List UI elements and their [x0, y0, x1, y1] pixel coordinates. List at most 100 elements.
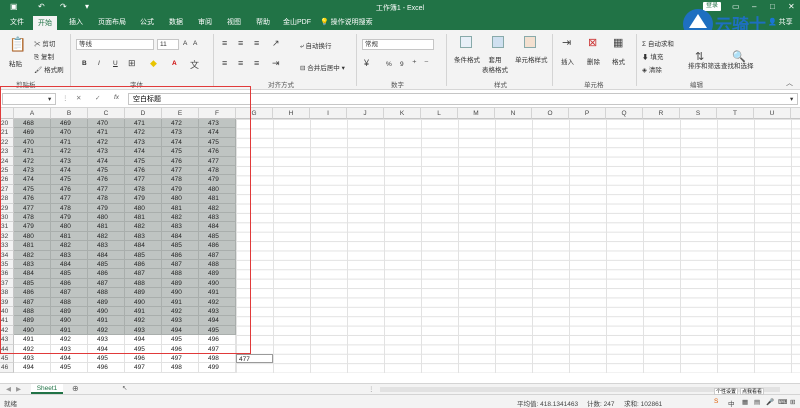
bold-button[interactable]: B	[82, 60, 87, 67]
number-format-select[interactable]: 常规	[362, 39, 434, 50]
format-as-table-icon[interactable]	[492, 36, 504, 48]
format-cells-button[interactable]: 格式	[612, 56, 625, 66]
italic-button[interactable]: I	[98, 60, 100, 67]
comma-button[interactable]: 9	[400, 61, 404, 68]
column-header[interactable]: V	[791, 108, 800, 119]
column-header[interactable]: M	[458, 108, 495, 119]
tab-split-icon[interactable]: ⋮	[368, 385, 375, 393]
sort-filter-button[interactable]: 排序和筛选	[688, 60, 721, 70]
insert-cells-icon[interactable]: ⇥	[562, 36, 571, 49]
column-header[interactable]: L	[421, 108, 458, 119]
font-name-select[interactable]: 等线	[76, 39, 154, 50]
copy-button[interactable]: ⎘ 复制	[34, 51, 54, 62]
cell[interactable]: 498	[199, 354, 236, 364]
indent-icon[interactable]: ⇥	[272, 58, 280, 69]
conditional-format-button[interactable]: 条件格式	[454, 54, 480, 64]
column-header[interactable]: N	[495, 108, 532, 119]
cell[interactable]: 493	[14, 354, 51, 364]
insert-cells-button[interactable]: 插入	[561, 56, 574, 66]
normal-view-icon[interactable]: ▦	[742, 398, 748, 406]
empty-cells-area[interactable]	[236, 119, 800, 373]
tab-view[interactable]: 视图	[227, 17, 241, 27]
sheet-tab-sheet1[interactable]: Sheet1	[31, 384, 63, 394]
add-sheet-button[interactable]: ⊕	[72, 384, 79, 393]
column-header[interactable]: I	[310, 108, 347, 119]
paste-button[interactable]: 粘贴	[9, 58, 22, 68]
tab-wps-pdf[interactable]: 金山PDF	[283, 17, 311, 27]
font-grow-button[interactable]: A	[183, 40, 187, 47]
tab-insert[interactable]: 插入	[69, 17, 83, 27]
cell[interactable]: 497	[125, 363, 162, 373]
format-cells-icon[interactable]: ▦	[613, 36, 623, 49]
collapse-ribbon-icon[interactable]: ︿	[786, 78, 793, 88]
cut-button[interactable]: ✂ 剪切	[34, 38, 55, 48]
delete-cells-icon[interactable]: ⊠	[588, 36, 597, 49]
fill-color-icon[interactable]: ◆	[150, 58, 157, 69]
column-header[interactable]: R	[643, 108, 680, 119]
tooltip-settings[interactable]: 个性设置	[714, 388, 738, 395]
column-header[interactable]: T	[717, 108, 754, 119]
format-as-table-button[interactable]: 套用 表格格式	[482, 54, 508, 74]
decrease-decimal-icon[interactable]: ⁻	[424, 58, 429, 69]
tab-home[interactable]: 开始	[33, 16, 57, 30]
more-icon[interactable]: ⊞	[790, 398, 795, 406]
row-header[interactable]: 46	[0, 363, 14, 373]
cell[interactable]: 494	[51, 354, 88, 364]
row-header[interactable]: 45	[0, 354, 14, 364]
ime-icon[interactable]: S	[714, 398, 718, 405]
tab-formulas[interactable]: 公式	[140, 17, 154, 27]
column-header[interactable]: H	[273, 108, 310, 119]
autosum-button[interactable]: Σ 自动求和	[642, 38, 674, 48]
close-icon[interactable]: ✕	[788, 2, 795, 11]
tab-file[interactable]: 文件	[10, 17, 24, 27]
clear-button[interactable]: ◈ 清除	[642, 64, 662, 74]
cell[interactable]: 496	[88, 363, 125, 373]
percent-button[interactable]: %	[386, 61, 392, 68]
orientation-icon[interactable]: ↗	[272, 38, 280, 49]
font-shrink-button[interactable]: A	[193, 40, 197, 47]
format-painter-button[interactable]: 🖌 格式刷	[34, 64, 64, 74]
tab-review[interactable]: 审阅	[198, 17, 212, 27]
cell-styles-icon[interactable]	[524, 36, 536, 48]
cell[interactable]: 477	[236, 354, 273, 364]
column-header[interactable]: P	[569, 108, 606, 119]
increase-decimal-icon[interactable]: ⁺	[412, 58, 417, 69]
cell-styles-button[interactable]: 单元格样式	[515, 54, 548, 64]
conditional-format-icon[interactable]	[460, 36, 472, 48]
cell[interactable]: 495	[51, 363, 88, 373]
cell[interactable]: 498	[162, 363, 199, 373]
wrap-text-button[interactable]: ⤶ 自动换行	[300, 40, 331, 51]
column-header[interactable]: K	[384, 108, 421, 119]
keyboard-icon[interactable]: ⌨	[778, 398, 787, 406]
borders-icon[interactable]: ⊞	[128, 58, 136, 69]
align-middle-icon[interactable]: ≡	[238, 38, 243, 48]
tooltip-look[interactable]: 点我看看	[740, 388, 764, 395]
column-header[interactable]: Q	[606, 108, 643, 119]
tab-help[interactable]: 帮助	[256, 17, 270, 27]
column-header[interactable]: S	[680, 108, 717, 119]
tab-data[interactable]: 数据	[169, 17, 183, 27]
phonetic-icon[interactable]: 文	[190, 58, 199, 71]
cell[interactable]: 494	[14, 363, 51, 373]
cell[interactable]: 495	[88, 354, 125, 364]
mic-icon[interactable]: 🎤	[766, 398, 774, 406]
cell[interactable]: 496	[125, 354, 162, 364]
align-bottom-icon[interactable]: ≡	[254, 38, 259, 48]
column-header[interactable]: U	[754, 108, 791, 119]
tell-me-search[interactable]: 💡 操作说明搜索	[320, 17, 373, 27]
ime-lang-icon[interactable]: 中	[728, 398, 735, 408]
next-sheet-icon[interactable]: ▶	[16, 385, 21, 393]
font-size-select[interactable]: 11	[157, 39, 179, 50]
cell[interactable]: 499	[199, 363, 236, 373]
merge-center-button[interactable]: ⊟ 合并后居中 ▾	[300, 62, 345, 72]
column-header[interactable]: J	[347, 108, 384, 119]
delete-cells-button[interactable]: 删除	[587, 56, 600, 66]
align-right-icon[interactable]: ≡	[254, 58, 259, 68]
underline-button[interactable]: U	[113, 60, 118, 67]
cell[interactable]: 497	[162, 354, 199, 364]
page-layout-view-icon[interactable]: ▤	[754, 398, 760, 406]
align-top-icon[interactable]: ≡	[222, 38, 227, 48]
tab-page-layout[interactable]: 页面布局	[98, 17, 126, 27]
find-select-button[interactable]: 查找和选择	[721, 60, 754, 70]
currency-icon[interactable]: ¥	[364, 58, 369, 68]
